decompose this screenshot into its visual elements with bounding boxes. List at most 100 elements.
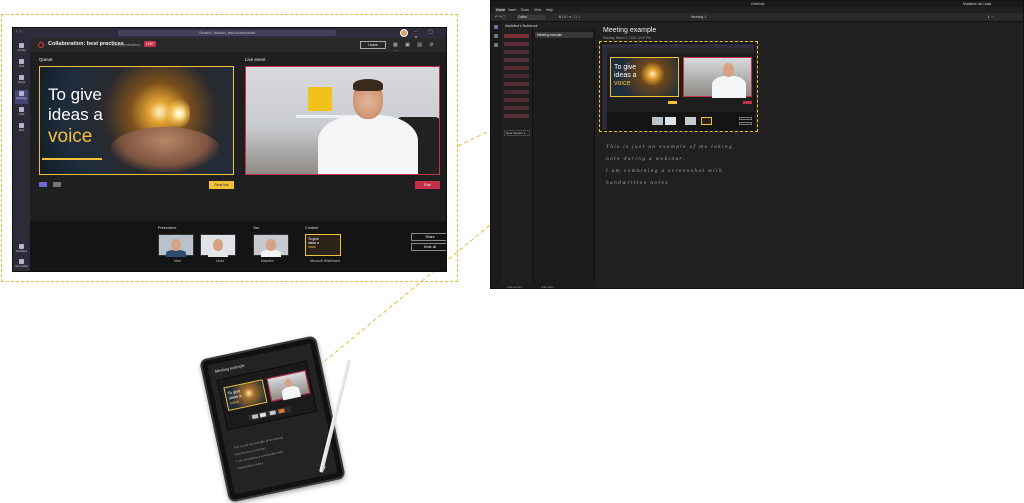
tablet-device: Meeting example To give ideas a voice Th… [199,335,346,503]
add-section-button[interactable]: Add section [507,285,523,288]
chat-icon [19,59,24,64]
section-tab[interactable] [504,98,529,102]
rail-calls[interactable]: Calls [15,106,28,120]
producer-tray: Presenters Mark Linda You Madeline Conte… [30,221,446,271]
teams-live-event-window: ‹ › Search, launch, and commands – ▢ ✕ A… [12,27,447,272]
teams-icon [19,75,24,80]
page-list-pane [533,29,595,288]
presenter-name: Mark [174,259,182,263]
mute-all-button[interactable]: Mute all [411,243,446,251]
live-badge: LIVE [144,41,156,47]
rail-feedback[interactable]: Feedback [15,243,28,257]
font-selector[interactable]: Calibri [517,15,545,20]
tab-home[interactable]: Home [495,8,507,12]
send-live-button[interactable]: Send live [209,181,234,189]
back-forward-icon[interactable]: ‹ › [16,29,22,35]
teams-title-bar: ‹ › Search, launch, and commands – ▢ ✕ [13,28,446,41]
file-icon [19,123,24,128]
presenter-thumb-mark[interactable] [158,234,194,257]
section-tab[interactable] [504,34,529,38]
presenter-name: Linda [216,259,224,263]
section-tab[interactable] [504,66,529,70]
user-avatar[interactable] [400,29,408,37]
handwritten-note-line[interactable]: This is just an example of me taking [606,145,733,150]
you-thumb[interactable] [253,234,289,257]
page-list-item[interactable]: Meeting example [535,32,593,38]
slide-line-1: To give [48,85,102,104]
end-button[interactable]: End [415,181,440,189]
add-page-button[interactable]: Add page [541,285,554,288]
tablet-page-title: Meeting example [214,362,246,374]
section-tab[interactable] [504,74,529,78]
onenote-footer: Add section Add page [501,284,595,288]
style-selector[interactable]: Heading 1 [691,15,706,19]
section-tab[interactable] [504,82,529,86]
tab-draw[interactable]: Draw [521,8,529,12]
meeting-toolbar-icons[interactable]: ▦ ▣ ▤ ⚙ ⋯ [393,42,446,54]
share-icon[interactable]: ⇪ ⋯ [987,15,994,19]
mobile-icon [19,259,24,264]
handwritten-note-line[interactable]: handwritten notes [606,181,669,186]
page-title[interactable]: Meeting example [603,27,656,34]
section-tab[interactable] [504,114,529,118]
tablet-screen: Meeting example To give ideas a voice Th… [207,343,338,495]
yellow-box-image [308,87,332,111]
queue-preview[interactable]: To give ideas a voice [39,66,234,175]
presenter-thumb-linda[interactable] [200,234,236,257]
rail-more[interactable]: ... [15,138,28,152]
rail-activity[interactable]: Activity [15,42,28,56]
page-date: Monday, March 2, 2020 12:00 PM [603,36,651,40]
new-section-item[interactable]: New Section 1 [504,130,530,136]
onenote-left-rail [491,22,501,288]
live-event-preview[interactable] [245,66,440,175]
slide-line-2: ideas a [48,105,103,124]
embed-callout-frame [599,41,758,132]
leave-button[interactable]: Leave [360,41,386,49]
camera-icon[interactable] [53,182,61,187]
recent-icon[interactable] [494,43,498,47]
search-input[interactable]: Search, launch, and commands [118,30,336,36]
teams-app-rail: Activity Chat Teams Meetings Calls Files… [13,38,30,271]
format-icons[interactable]: B I U ⁝ ≡ ⁝ ☐ ✓ [559,15,581,19]
handwritten-note-line[interactable]: note during a webinar. [606,157,685,162]
rail-chat[interactable]: Chat [15,58,28,72]
lightbulb-icon [19,244,24,249]
search-icon[interactable] [494,34,498,38]
you-label: You [253,226,260,230]
calendar-icon [19,91,24,96]
slide-line-3: voice [48,126,93,147]
presenter-body [318,115,418,174]
lightbulb-image [168,97,190,127]
tab-view[interactable]: View [534,8,541,12]
rail-teams[interactable]: Teams [15,74,28,88]
phone-icon [19,107,24,112]
section-tab[interactable] [504,90,529,94]
content-name: Microsoft Whiteboard [310,259,341,263]
handwritten-note-line[interactable]: I am combining a screenshot with [606,169,723,174]
section-pane [501,22,533,288]
ribbon-toolbar: ↶ ↷ ▢ Calibri B I U ⁝ ≡ ⁝ ☐ ✓ Heading 1 … [491,13,1023,22]
rail-get-mobile[interactable]: Get mobile [15,258,28,271]
section-tab[interactable] [504,42,529,46]
section-tab[interactable] [504,106,529,110]
notebook-name[interactable]: Madeline's Notebook [505,24,538,28]
rail-meetings[interactable]: Meetings [15,90,28,104]
tab-insert[interactable]: Insert [508,8,516,12]
share-button[interactable]: Share [411,233,446,241]
notebooks-icon[interactable] [494,25,498,29]
content-thumb[interactable]: To give ideas a voice [305,234,341,256]
meeting-header: Collaboration: best practices 23:51 (min… [30,38,446,54]
tab-help[interactable]: Help [546,8,553,12]
rail-files[interactable]: Files [15,122,28,136]
layout-toggle-icon[interactable] [39,182,47,187]
presenter-hair [353,79,383,91]
hands-image [110,127,220,172]
section-tab[interactable] [504,58,529,62]
presenters-label: Presenters [158,226,177,230]
section-tab[interactable] [504,50,529,54]
bell-icon [19,43,24,48]
undo-redo-icon[interactable]: ↶ ↷ ▢ [495,15,505,19]
content-label: Content [305,226,319,230]
meeting-timer: 23:51 (minutes) [112,42,140,47]
user-name[interactable]: Madeline da Costa [963,2,991,6]
